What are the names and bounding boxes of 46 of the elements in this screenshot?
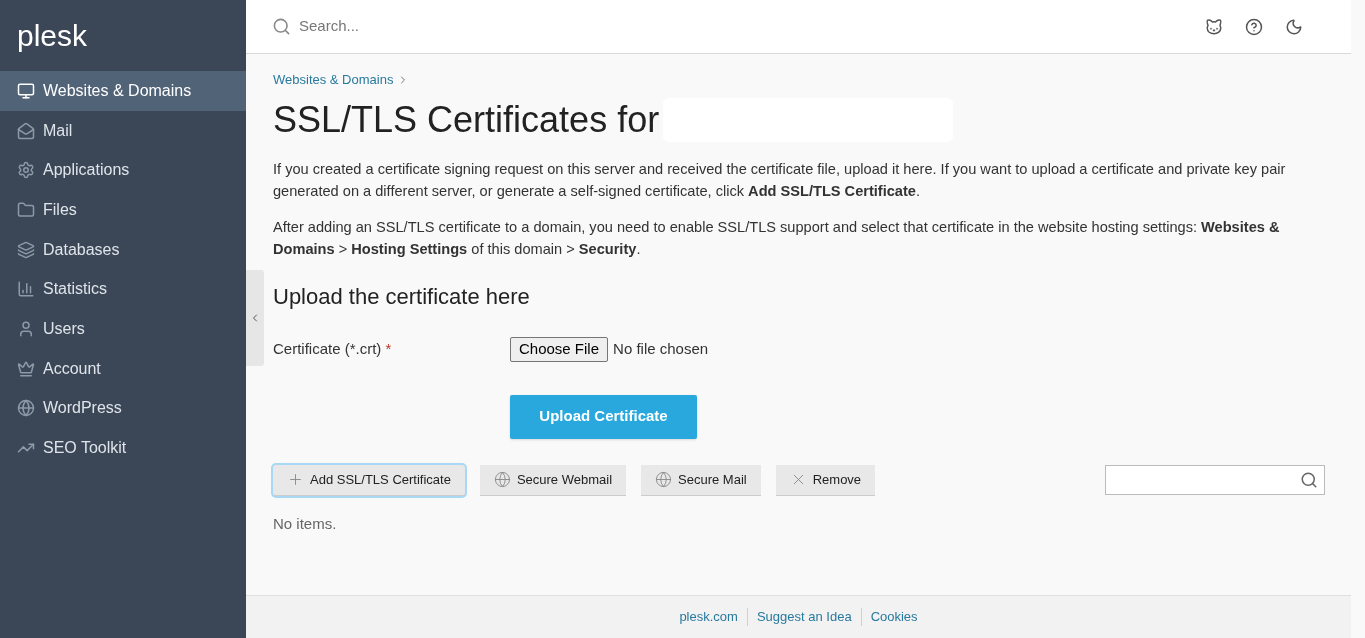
sidebar-item[interactable]: Statistics xyxy=(0,269,246,310)
footer-link[interactable]: Cookies xyxy=(870,607,918,627)
required-mark: * xyxy=(385,339,392,357)
globe-icon xyxy=(655,471,673,488)
folder-icon xyxy=(17,200,35,219)
sidebar-item[interactable]: Applications xyxy=(0,150,246,191)
search-field[interactable]: Search... xyxy=(299,15,599,38)
sidebar-item[interactable]: Databases xyxy=(0,229,246,270)
choose-file-button[interactable]: Choose File xyxy=(510,336,609,362)
footer-link[interactable]: plesk.com xyxy=(679,607,738,627)
layers-icon xyxy=(17,240,35,259)
sidebar-item[interactable]: Account xyxy=(0,348,246,389)
envelope-icon xyxy=(17,121,35,140)
page-title: SSL/TLS Certificates for xyxy=(273,97,660,142)
logo[interactable]: plesk xyxy=(17,13,88,58)
sidebar-item[interactable]: SEO Toolkit xyxy=(0,428,246,468)
plus-icon xyxy=(287,471,304,488)
description-text: After adding an SSL/TLS certificate to a domain, you need to enable SSL/TLS support and select that certificate in the website hosting settings: Websites & Domains > Hosting Settings of this domain > Security. xyxy=(273,217,1281,259)
description-text: If you created a certificate signing request on this server and received the certificate file, upload it here. If you want to upload a certificate and private key pair generated on a different server, or generate a self-signed certificate, click Add SSL/TLS Certificate. xyxy=(273,159,1287,201)
moon-icon[interactable] xyxy=(1285,17,1303,36)
user-icon xyxy=(17,319,35,338)
sidebar-item[interactable]: Files xyxy=(0,190,246,230)
list-search-field[interactable] xyxy=(1105,465,1325,495)
sidebar-item[interactable]: Mail xyxy=(0,110,246,151)
toolbar-button[interactable]: Add SSL/TLS Certificate xyxy=(273,464,465,496)
gear-icon xyxy=(17,161,35,180)
file-status: No file chosen xyxy=(613,338,709,359)
section-heading: Upload the certificate here xyxy=(273,282,531,311)
sidebar-item[interactable]: Users xyxy=(0,309,246,349)
footer-link[interactable]: Suggest an Idea xyxy=(756,607,852,627)
monitor-icon xyxy=(17,81,35,100)
search-icon xyxy=(272,17,291,36)
sidebar-item[interactable]: WordPress xyxy=(0,388,246,429)
field-label: Certificate (*.crt) xyxy=(273,339,383,357)
crown-icon xyxy=(17,359,35,378)
empty-message: No items. xyxy=(273,513,338,534)
toolbar-button[interactable]: Remove xyxy=(775,464,876,496)
globe-icon xyxy=(17,399,35,418)
globe-icon xyxy=(493,471,511,488)
toolbar-button[interactable]: Secure Webmail xyxy=(479,464,627,496)
bar-chart-icon xyxy=(17,280,35,299)
breadcrumb-link[interactable]: Websites & Domains xyxy=(273,70,394,90)
help-icon[interactable] xyxy=(1245,17,1263,36)
toolbar-button[interactable]: Secure Mail xyxy=(641,464,761,496)
search-icon xyxy=(1300,471,1318,489)
sidebar-item[interactable]: Websites & Domains xyxy=(0,71,246,111)
